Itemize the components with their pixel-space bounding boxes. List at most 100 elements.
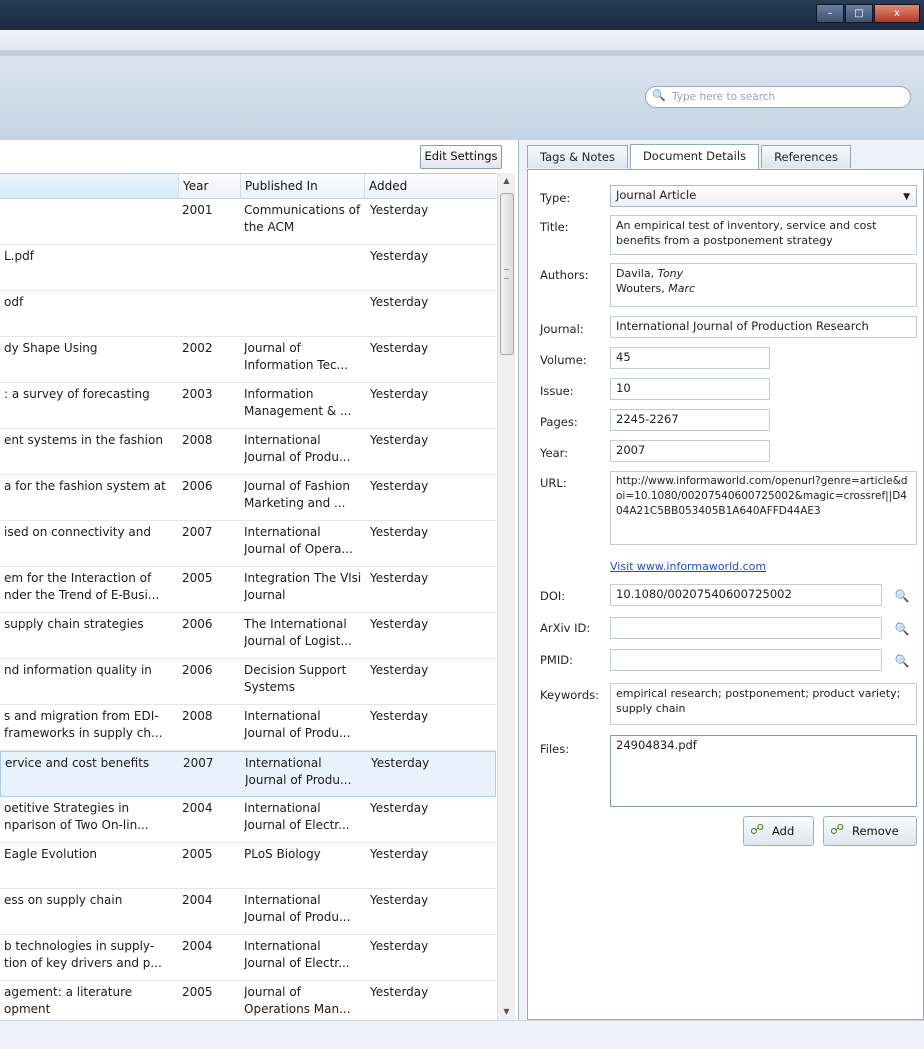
file-item[interactable]: 24904834.pdf (616, 738, 911, 753)
details-pane: Tags & Notes Document Details References… (527, 140, 924, 1020)
tab-tags-notes[interactable]: Tags & Notes (527, 145, 628, 168)
document-details-panel: Type: Journal Article ▼ Title: An empiri… (527, 169, 924, 1020)
pmid-field[interactable] (610, 649, 882, 671)
scroll-up-arrow-icon[interactable]: ▲ (498, 173, 515, 189)
cell-pub: International Journal of Opera... (244, 525, 353, 556)
cell-added: Yesterday (370, 203, 429, 217)
table-row[interactable]: ess on supply chain 2004 International Jou… (0, 889, 496, 935)
author-2: Wouters, Marc (616, 282, 696, 295)
author-1: Davila, Tony (616, 267, 684, 280)
table-row[interactable]: supply chain strategies 2006 The Internati… (0, 613, 496, 659)
volume-field[interactable]: 45 (610, 347, 770, 369)
pmid-lookup-icon[interactable]: 🔍 (894, 653, 910, 669)
table-row[interactable]: dy Shape Using 2002 Journal of Information… (0, 337, 496, 383)
year-field[interactable]: 2007 (610, 440, 770, 462)
column-header-title[interactable] (0, 174, 178, 198)
remove-file-button[interactable]: ☍ Remove (823, 816, 917, 846)
doi-lookup-icon[interactable]: 🔍 (894, 588, 910, 604)
cell-added: Yesterday (370, 249, 429, 263)
cell-year: 2008 (182, 433, 213, 447)
issue-field[interactable]: 10 (610, 378, 770, 400)
visit-website-link[interactable]: Visit www.informaworld.com (610, 560, 766, 573)
cell-added: Yesterday (370, 295, 429, 309)
maximize-button[interactable]: □ (845, 4, 873, 23)
table-header: Year Published In Added (0, 174, 496, 199)
cell-pub: International Journal of Produ... (244, 709, 351, 740)
cell-title: b technologies in supply- tion of key dr… (4, 939, 162, 970)
cell-pub: Journal of Operations Man... (244, 985, 351, 1016)
keywords-field[interactable]: empirical research; postponement; produc… (610, 683, 917, 725)
cell-pub: International Journal of Electr... (244, 939, 350, 970)
table-row[interactable]: : a survey of forecasting 2003 Information… (0, 383, 496, 429)
doi-field[interactable]: 10.1080/00207540600725002 (610, 584, 882, 606)
arxiv-label: ArXiv ID: (540, 621, 591, 635)
tab-references[interactable]: References (761, 145, 851, 168)
cell-title: agement: a literature opment (4, 985, 133, 1016)
title-field[interactable]: An empirical test of inventory, service … (610, 215, 917, 255)
cell-added: Yesterday (371, 756, 430, 770)
list-scrollbar[interactable]: ▲ ▼ (497, 173, 515, 1020)
arxiv-lookup-icon[interactable]: 🔍 (894, 621, 910, 637)
add-file-button[interactable]: ☍ Add (743, 816, 814, 846)
authors-field[interactable]: Davila, Tony Wouters, Marc (610, 263, 917, 307)
table-body: 2001 Communications of the ACM Yesterday L.… (0, 199, 496, 1021)
attach-icon: ☍ (830, 822, 845, 838)
scroll-thumb[interactable] (500, 193, 514, 355)
close-button[interactable]: x (874, 4, 920, 23)
search-input[interactable] (670, 88, 894, 106)
table-row[interactable]: L.pdf Yesterday (0, 245, 496, 291)
table-row[interactable]: ised on connectivity and 2007 Internationa… (0, 521, 496, 567)
pages-field[interactable]: 2245-2267 (610, 409, 770, 431)
journal-field[interactable]: International Journal of Production Rese… (610, 316, 917, 338)
cell-year: 2006 (182, 617, 213, 631)
url-label: URL: (540, 476, 567, 490)
cell-pub: Information Management & ... (244, 387, 352, 418)
files-label: Files: (540, 742, 570, 756)
app-window: – □ x 🔍 Edit Settings Year Published In … (0, 0, 924, 1049)
cell-title: dy Shape Using (4, 341, 98, 355)
search-box[interactable]: 🔍 (645, 86, 911, 108)
scroll-down-arrow-icon[interactable]: ▼ (498, 1004, 515, 1020)
table-row[interactable]: ent systems in the fashion 2008 Internatio… (0, 429, 496, 475)
url-field[interactable]: http://www.informaworld.com/openurl?genr… (610, 471, 917, 545)
title-label: Title: (540, 220, 569, 234)
table-row[interactable]: em for the Interaction of nder the Trend… (0, 567, 496, 613)
cell-pub: International Journal of Electr... (244, 801, 350, 832)
cell-title: em for the Interaction of nder the Trend… (4, 571, 160, 602)
table-row[interactable]: nd information quality in 2006 Decision Su… (0, 659, 496, 705)
edit-settings-button[interactable]: Edit Settings (420, 145, 502, 169)
table-row[interactable]: 2001 Communications of the ACM Yesterday (0, 199, 496, 245)
cell-pub: International Journal of Produ... (245, 756, 352, 787)
toolbar-band (0, 50, 924, 56)
files-list[interactable]: 24904834.pdf (610, 735, 917, 807)
cell-title: L.pdf (4, 249, 34, 263)
cell-added: Yesterday (370, 801, 429, 815)
table-row[interactable]: s and migration from EDI- frameworks in … (0, 705, 496, 751)
cell-title: s and migration from EDI- frameworks in … (4, 709, 163, 740)
table-row[interactable]: odf Yesterday (0, 291, 496, 337)
arxiv-field[interactable] (610, 617, 882, 639)
table-row[interactable]: a for the fashion system at 2006 Journal o… (0, 475, 496, 521)
volume-label: Volume: (540, 353, 587, 367)
cell-pub: Decision Support Systems (244, 663, 347, 694)
table-row[interactable]: Eagle Evolution 2005 PLoS Biology Yesterday (0, 843, 496, 889)
table-row[interactable]: oetitive Strategies in nparison of Two O… (0, 797, 496, 843)
cell-added: Yesterday (370, 387, 429, 401)
column-header-published-in[interactable]: Published In (240, 174, 364, 198)
cell-pub: Communications of the ACM (244, 203, 361, 234)
minimize-button[interactable]: – (816, 4, 844, 23)
column-header-added[interactable]: Added (364, 174, 496, 198)
cell-title: oetitive Strategies in nparison of Two O… (4, 801, 149, 832)
table-row[interactable]: b technologies in supply- tion of key dr… (0, 935, 496, 981)
cell-added: Yesterday (370, 433, 429, 447)
tab-document-details[interactable]: Document Details (629, 144, 760, 169)
column-header-year[interactable]: Year (178, 174, 240, 198)
type-select[interactable]: Journal Article ▼ (610, 185, 917, 207)
toolbar-area: 🔍 (0, 30, 924, 140)
cell-year: 2005 (182, 985, 213, 999)
pages-label: Pages: (540, 415, 578, 429)
table-row[interactable]: agement: a literature opment 2005 Journal … (0, 981, 496, 1021)
cell-year: 2008 (182, 709, 213, 723)
table-row[interactable]: ervice and cost benefits 2007 Internationa… (0, 751, 496, 797)
cell-added: Yesterday (370, 709, 429, 723)
